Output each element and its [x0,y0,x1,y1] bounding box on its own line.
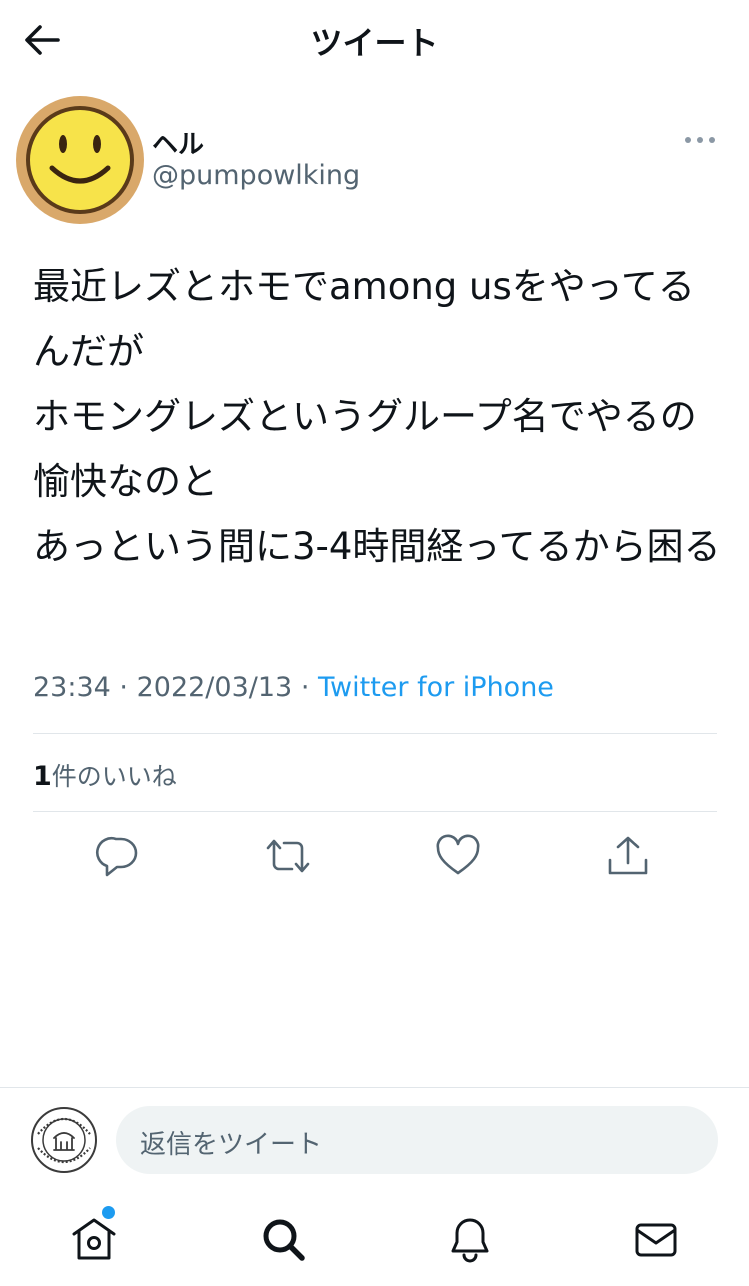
my-avatar[interactable] [30,1106,98,1174]
retweet-icon [266,839,310,873]
share-icon [608,836,648,875]
more-icon [685,137,715,143]
smiley-face-icon [20,100,140,220]
tab-home[interactable] [66,1212,122,1268]
share-button[interactable] [602,830,654,882]
cafe-logo-icon [31,1107,97,1173]
notifications-icon [451,1218,489,1263]
divider [33,811,717,812]
display-name[interactable]: ヘル [152,124,204,161]
meta-separator: · [300,672,310,703]
compose-divider [0,1087,749,1088]
divider [33,733,717,734]
more-options-button[interactable] [682,128,718,152]
tweet-text: 最近レズとホモでamong usをやってるんだが ホモングレズというグループ名で… [33,265,721,568]
likes-label: 件のいいね [51,762,177,791]
reply-icon [95,837,138,877]
tab-search[interactable] [256,1212,312,1268]
tab-messages[interactable] [628,1212,684,1268]
meta-separator: · [119,672,128,703]
tweet-source-link[interactable]: Twitter for iPhone [318,672,554,703]
tweet-time: 23:34 [33,672,111,703]
user-handle[interactable]: @pumpowlking [152,160,360,191]
like-button[interactable] [432,830,484,882]
page-title: ツイート [310,24,439,62]
tweet-date: 2022/03/13 [136,672,293,703]
likes-count: 1 [33,761,52,792]
author-avatar[interactable] [16,96,144,224]
new-content-indicator [102,1206,115,1219]
retweet-button[interactable] [262,830,314,882]
tab-notifications[interactable] [442,1212,498,1268]
reply-placeholder: 返信をツイート [140,1130,323,1160]
reply-button[interactable] [92,830,144,882]
tweet-meta: 23:34 · 2022/03/13 · Twitter for iPhone [33,672,554,703]
likes-count-link[interactable]: 1件のいいね [33,757,177,793]
search-icon [263,1219,305,1261]
home-icon [72,1218,116,1260]
messages-icon [635,1223,677,1257]
like-icon [436,834,480,875]
reply-input[interactable]: 返信をツイート [116,1106,718,1174]
